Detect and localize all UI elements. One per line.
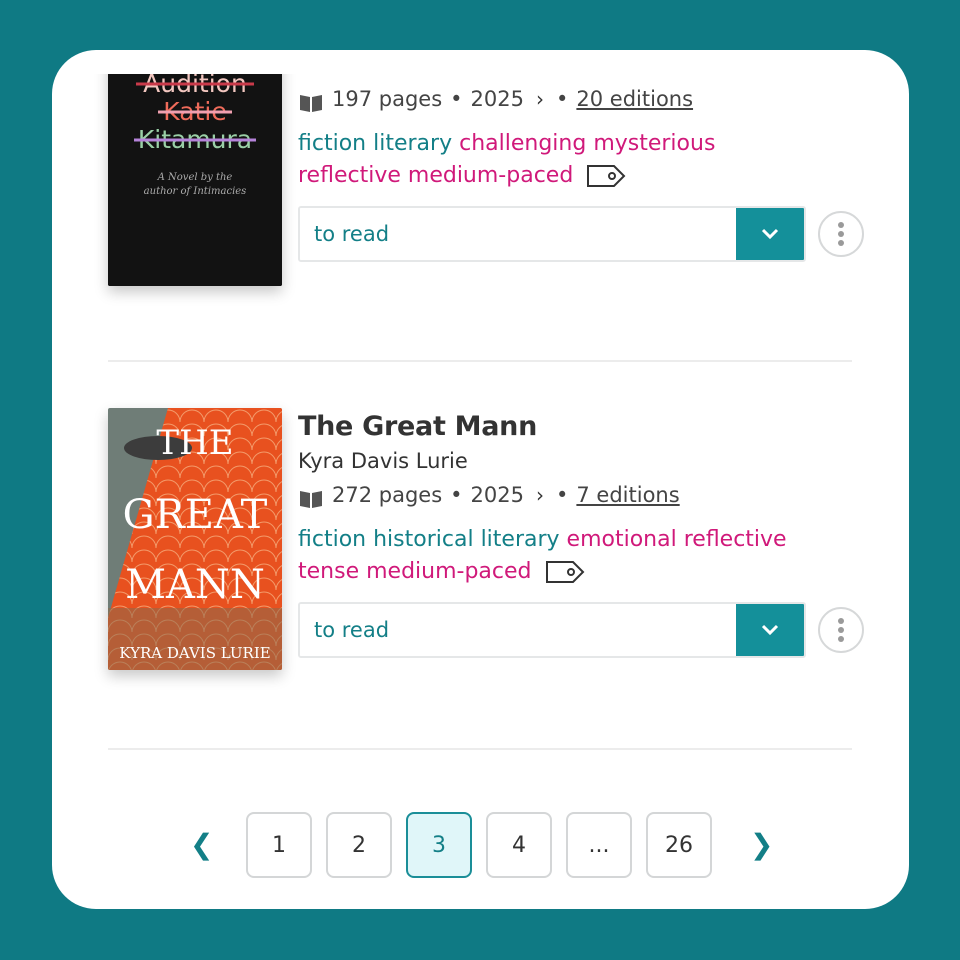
book-info: Katie Kitamura 197 pages • 2025 › • 20 e… bbox=[298, 74, 888, 262]
book-title[interactable]: The Great Mann bbox=[298, 410, 888, 444]
shelf-row: to read bbox=[298, 602, 888, 658]
shelf-dropdown[interactable]: to read bbox=[298, 206, 806, 262]
mood-tag[interactable]: medium-paced bbox=[366, 559, 531, 584]
mood-tag[interactable]: emotional bbox=[567, 527, 677, 552]
book-author[interactable]: Katie Kitamura bbox=[298, 74, 888, 82]
divider bbox=[108, 748, 852, 750]
page-count: 272 pages bbox=[332, 483, 443, 507]
more-options-icon[interactable] bbox=[818, 607, 864, 653]
mood-tag[interactable]: tense bbox=[298, 559, 359, 584]
more-options-icon[interactable] bbox=[818, 211, 864, 257]
page-button-current[interactable]: 3 bbox=[406, 812, 472, 878]
page-count: 197 pages bbox=[332, 87, 443, 111]
shelf-label[interactable]: to read bbox=[300, 208, 736, 260]
page-button-1[interactable]: 1 bbox=[246, 812, 312, 878]
book-meta: 272 pages • 2025 › • 7 editions bbox=[298, 478, 888, 512]
next-page-button[interactable]: ❯ bbox=[750, 828, 773, 861]
book-cover[interactable]: THE GREAT MANN KYRA DAVIS LURIE bbox=[108, 408, 282, 670]
genre-tag[interactable]: literary bbox=[373, 131, 452, 156]
publication-year: 2025 bbox=[470, 87, 524, 111]
cover-author: KYRA DAVIS LURIE bbox=[119, 644, 270, 662]
open-book-icon bbox=[298, 89, 324, 112]
editions-link[interactable]: 7 editions bbox=[576, 478, 679, 512]
page-button-last[interactable]: 26 bbox=[646, 812, 712, 878]
mood-tag[interactable]: reflective bbox=[684, 527, 787, 552]
chevron-down-icon[interactable] bbox=[736, 604, 804, 656]
genre-tag[interactable]: historical bbox=[373, 527, 473, 552]
book-cover[interactable]: Audition Katie Kitamura A Novel by the a… bbox=[108, 74, 282, 286]
shelf-row: to read bbox=[298, 206, 888, 262]
book-author[interactable]: Kyra Davis Lurie bbox=[298, 444, 888, 478]
book-tags: fiction historical literary emotional re… bbox=[298, 524, 888, 588]
cover-tagline: A Novel by the bbox=[157, 172, 233, 183]
editions-link[interactable]: 20 editions bbox=[576, 82, 693, 116]
divider bbox=[108, 360, 852, 362]
book-tags: fiction literary challenging mysterious … bbox=[298, 128, 888, 192]
chevron-down-icon[interactable] bbox=[736, 208, 804, 260]
open-book-icon bbox=[298, 485, 324, 508]
mood-tag[interactable]: challenging bbox=[459, 131, 586, 156]
separator-dot: • bbox=[450, 483, 463, 507]
tag-icon[interactable] bbox=[545, 560, 585, 584]
separator-dot: • bbox=[556, 483, 569, 507]
cover-art-audition: Audition Katie Kitamura A Novel by the a… bbox=[108, 74, 282, 286]
separator-dot: • bbox=[450, 87, 463, 111]
publication-year: 2025 bbox=[470, 483, 524, 507]
genre-tag[interactable]: literary bbox=[481, 527, 560, 552]
book-info: The Great Mann Kyra Davis Lurie 272 page… bbox=[298, 408, 888, 658]
chevron-right-icon[interactable]: › bbox=[536, 478, 544, 512]
page-button-2[interactable]: 2 bbox=[326, 812, 392, 878]
cover-title: Audition bbox=[143, 74, 247, 98]
pagination: ❮ 1 2 3 4 ... 26 ❯ bbox=[72, 812, 889, 882]
prev-page-button[interactable]: ❮ bbox=[190, 828, 213, 861]
mood-tag[interactable]: medium-paced bbox=[408, 163, 573, 188]
cover-title-line: MANN bbox=[125, 562, 265, 608]
mood-tag[interactable]: mysterious bbox=[593, 131, 715, 156]
page-button-4[interactable]: 4 bbox=[486, 812, 552, 878]
separator-dot: • bbox=[556, 87, 569, 111]
page-ellipsis[interactable]: ... bbox=[566, 812, 632, 878]
shelf-label[interactable]: to read bbox=[300, 604, 736, 656]
chevron-right-icon[interactable]: › bbox=[536, 82, 544, 116]
tag-icon[interactable] bbox=[586, 164, 626, 188]
shelf-dropdown[interactable]: to read bbox=[298, 602, 806, 658]
cover-art-great-mann: THE GREAT MANN KYRA DAVIS LURIE bbox=[108, 408, 282, 670]
book-list-card: Audition Katie Kitamura A Novel by the a… bbox=[52, 50, 909, 909]
cover-tagline: author of Intimacies bbox=[144, 186, 247, 197]
genre-tag[interactable]: fiction bbox=[298, 527, 366, 552]
cover-title-line: GREAT bbox=[123, 492, 268, 538]
genre-tag[interactable]: fiction bbox=[298, 131, 366, 156]
cover-title-line: THE bbox=[156, 423, 233, 463]
mood-tag[interactable]: reflective bbox=[298, 163, 401, 188]
book-meta: 197 pages • 2025 › • 20 editions bbox=[298, 82, 888, 116]
scroll-viewport[interactable]: Audition Katie Kitamura A Novel by the a… bbox=[72, 74, 889, 889]
